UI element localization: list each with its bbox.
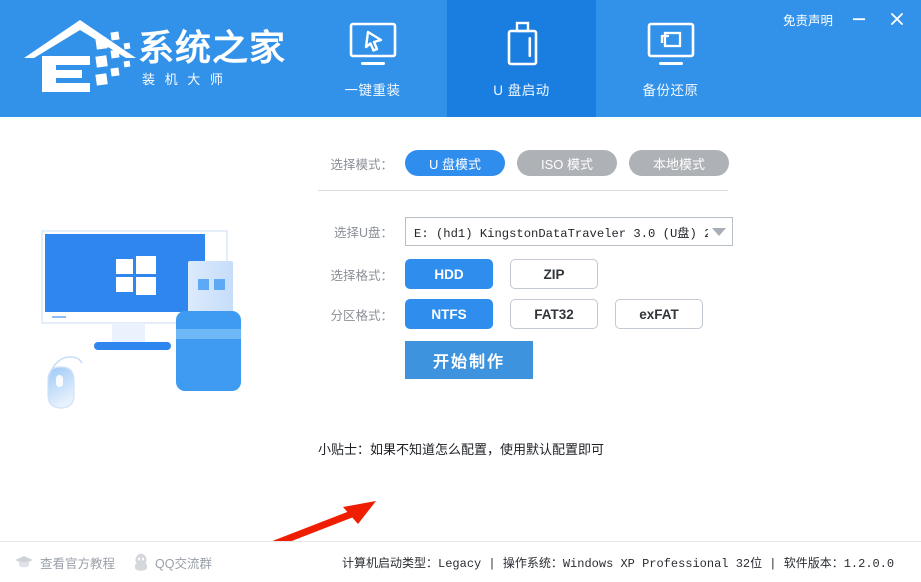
mode-label: 选择模式： <box>318 154 393 173</box>
qq-label: QQ交流群 <box>155 553 212 572</box>
mode-option-udisk[interactable]: U 盘模式 <box>405 150 505 176</box>
minimize-button[interactable] <box>847 8 871 30</box>
start-make-button[interactable]: 开始制作 <box>405 341 533 379</box>
format-option-hdd[interactable]: HDD <box>405 259 493 289</box>
official-tutorial-link[interactable]: 查看官方教程 <box>14 553 115 572</box>
main-nav-tabs: 一键重装 U 盘启动 <box>298 0 745 117</box>
usb-drive-icon <box>494 18 550 70</box>
mode-row: 选择模式： U 盘模式 ISO 模式 本地模式 <box>318 150 729 176</box>
mode-option-local[interactable]: 本地模式 <box>629 150 729 176</box>
system-info: 计算机启动类型：Legacy | 操作系统：Windows XP Profess… <box>342 554 894 571</box>
format-row: 选择格式： HDD ZIP <box>318 259 598 289</box>
mode-option-iso[interactable]: ISO 模式 <box>517 150 617 176</box>
app-window: 系统之家 装 机 大 师 一键重装 <box>0 0 921 582</box>
udisk-row: 选择U盘： E: (hd1) KingstonDataTraveler 3.0 … <box>318 217 733 246</box>
monitor-cursor-icon <box>345 18 401 70</box>
section-divider <box>318 190 728 191</box>
info-divider-2: | <box>762 557 784 571</box>
pc-usb-illustration <box>28 217 300 419</box>
app-header: 系统之家 装 机 大 师 一键重装 <box>0 0 921 117</box>
tab-label: U 盘启动 <box>493 79 550 99</box>
disclaimer-link[interactable]: 免责声明 <box>783 10 833 29</box>
version-label: 软件版本： <box>784 556 844 570</box>
partition-label: 分区格式： <box>318 305 393 324</box>
tab-backup-restore[interactable]: 备份还原 <box>596 0 745 117</box>
info-divider-1: | <box>481 557 503 571</box>
os-value: Windows XP Professional 32位 <box>563 557 762 571</box>
brand-logo: 系统之家 装 机 大 师 <box>18 12 298 102</box>
partition-row: 分区格式： NTFS FAT32 exFAT <box>318 299 703 329</box>
udisk-select[interactable]: E: (hd1) KingstonDataTraveler 3.0 (U盘) 2… <box>405 217 733 246</box>
chevron-down-icon <box>712 228 726 236</box>
windows-restore-icon <box>643 18 699 70</box>
format-label: 选择格式： <box>318 265 393 284</box>
window-controls: 免责声明 <box>783 8 909 30</box>
partition-option-exfat[interactable]: exFAT <box>615 299 703 329</box>
boot-type-label: 计算机启动类型： <box>342 556 438 570</box>
tip-text: 小贴士：如果不知道怎么配置，使用默认配置即可 <box>318 439 604 458</box>
tutorial-label: 查看官方教程 <box>40 553 115 572</box>
tab-usb-boot[interactable]: U 盘启动 <box>447 0 596 117</box>
minimize-icon <box>851 11 867 27</box>
udisk-select-value: E: (hd1) KingstonDataTraveler 3.0 (U盘) 2… <box>414 223 708 241</box>
main-content: 选择模式： U 盘模式 ISO 模式 本地模式 选择U盘： E: (hd1) K… <box>0 117 921 541</box>
partition-option-ntfs[interactable]: NTFS <box>405 299 493 329</box>
tab-label: 一键重装 <box>345 79 401 99</box>
version-value: 1.2.0.0 <box>844 557 894 571</box>
qq-penguin-icon <box>133 553 149 571</box>
close-button[interactable] <box>885 8 909 30</box>
boot-type-value: Legacy <box>438 557 481 571</box>
udisk-label: 选择U盘： <box>318 222 393 241</box>
os-label: 操作系统： <box>503 556 563 570</box>
partition-option-fat32[interactable]: FAT32 <box>510 299 598 329</box>
format-option-zip[interactable]: ZIP <box>510 259 598 289</box>
tab-one-key-reinstall[interactable]: 一键重装 <box>298 0 447 117</box>
graduation-cap-icon <box>14 554 34 570</box>
tab-label: 备份还原 <box>643 79 699 99</box>
brand-title: 系统之家 <box>138 27 286 68</box>
close-icon <box>889 11 905 27</box>
status-bar: 查看官方教程 QQ交流群 计算机启动类型：Legacy | 操作系统：Windo… <box>0 541 921 582</box>
status-bar-links: 查看官方教程 QQ交流群 <box>14 553 212 572</box>
qq-group-link[interactable]: QQ交流群 <box>133 553 212 572</box>
brand-subtitle: 装 机 大 师 <box>142 72 226 87</box>
